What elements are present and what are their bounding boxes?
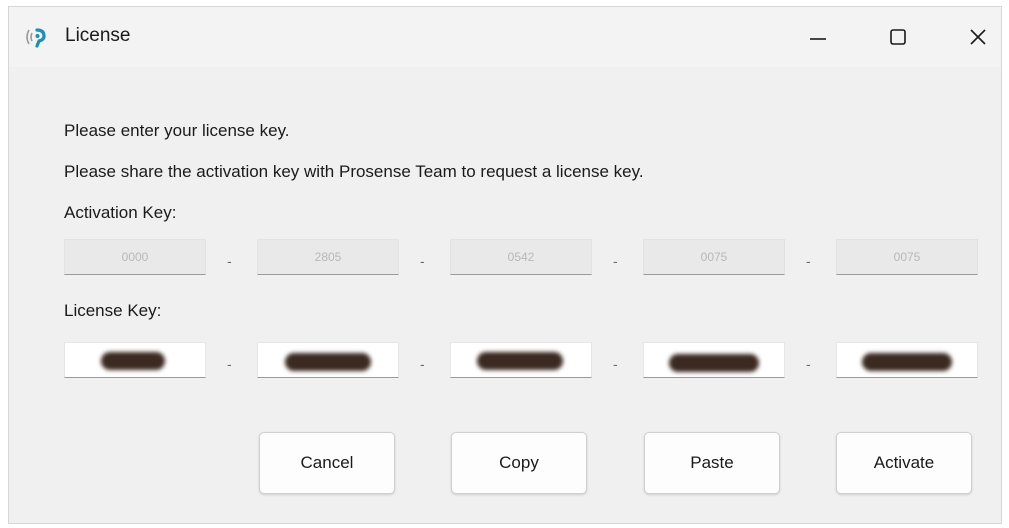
maximize-button[interactable] (863, 7, 933, 67)
field-separator: - (227, 253, 232, 269)
minimize-button[interactable] (783, 7, 853, 67)
license-key-field-4[interactable] (643, 342, 785, 378)
license-key-label: License Key: (64, 301, 162, 320)
activation-key-field-4[interactable] (643, 239, 785, 275)
field-separator: - (806, 253, 811, 269)
field-separator: - (613, 356, 618, 372)
license-dialog: License Please enter your license key. P… (8, 6, 1002, 524)
copy-button[interactable]: Copy (451, 432, 587, 494)
title-bar: License (9, 7, 1001, 67)
maximize-icon (890, 29, 906, 45)
license-key-field-5[interactable] (836, 342, 978, 378)
field-separator: - (806, 356, 811, 372)
license-key-field-2[interactable] (257, 342, 399, 378)
field-separator: - (613, 253, 618, 269)
close-button[interactable] (943, 7, 1001, 67)
activation-key-field-3[interactable] (450, 239, 592, 275)
window-title: License (65, 25, 131, 46)
minimize-icon (810, 38, 826, 40)
activation-key-field-1[interactable] (64, 239, 206, 275)
signal-broadcast-icon (23, 25, 49, 49)
prompt-text: Please enter your license key. (64, 121, 290, 140)
instruction-text: Please share the activation key with Pro… (64, 162, 644, 181)
paste-button[interactable]: Paste (644, 432, 780, 494)
activate-button[interactable]: Activate (836, 432, 972, 494)
field-separator: - (227, 356, 232, 372)
activation-key-field-2[interactable] (257, 239, 399, 275)
cancel-button[interactable]: Cancel (259, 432, 395, 494)
field-separator: - (420, 253, 425, 269)
license-key-field-1[interactable] (64, 342, 206, 378)
close-icon (970, 29, 986, 45)
activation-key-label: Activation Key: (64, 203, 177, 222)
field-separator: - (420, 356, 425, 372)
activation-key-field-5[interactable] (836, 239, 978, 275)
license-key-field-3[interactable] (450, 342, 592, 378)
